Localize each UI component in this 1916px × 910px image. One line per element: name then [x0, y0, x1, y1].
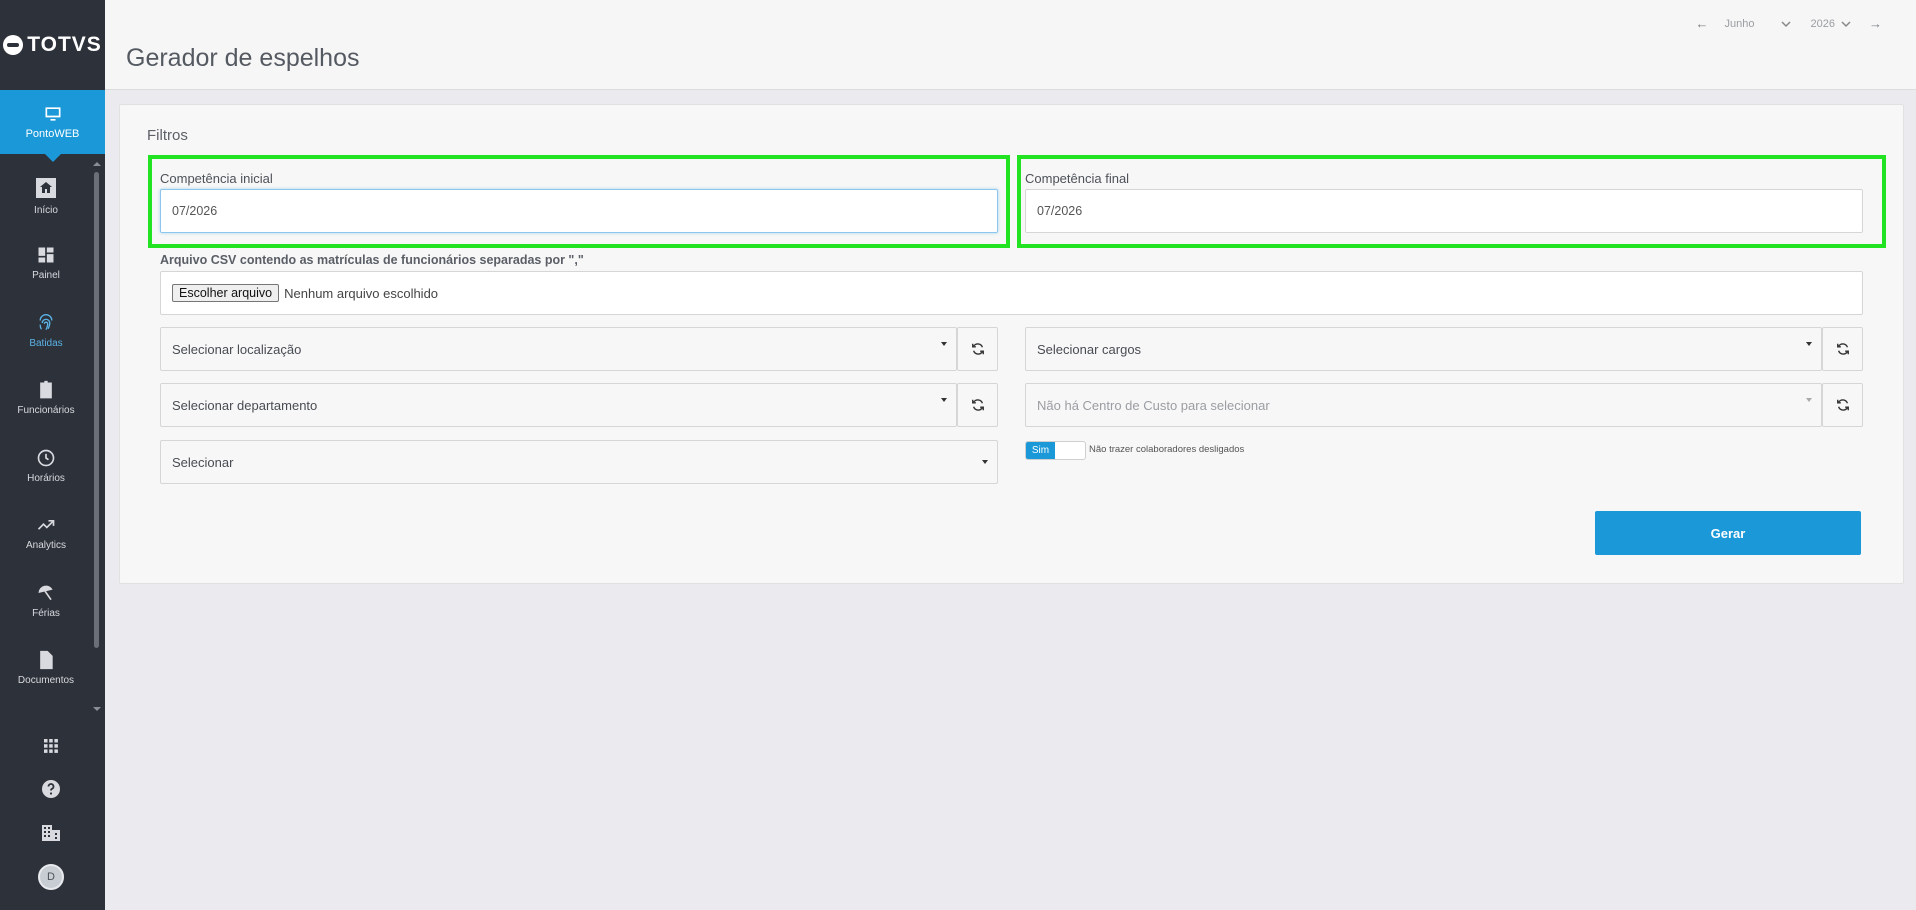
sidebar-item-label: Férias [32, 608, 60, 619]
apps-grid-icon[interactable] [36, 731, 66, 761]
refresh-centro-custo-button[interactable] [1822, 383, 1863, 427]
section-title: Filtros [147, 127, 188, 144]
scroll-up-arrow[interactable] [93, 162, 101, 166]
desligados-toggle[interactable]: Sim [1025, 441, 1086, 460]
avatar-initial: D [47, 871, 55, 883]
chevron-down-icon[interactable] [1841, 20, 1851, 28]
caret-down-icon [1806, 342, 1812, 346]
file-status: Nenhum arquivo escolhido [284, 285, 439, 301]
badge-icon [40, 380, 52, 399]
clock-icon [37, 449, 55, 467]
sidebar-item-horarios[interactable]: Horários [0, 436, 92, 496]
logo-text: TOTVS [27, 33, 102, 56]
toggle-on-label: Sim [1026, 442, 1055, 459]
totvs-logo[interactable]: TOTVS [0, 0, 105, 90]
caret-down-icon [1806, 398, 1812, 402]
sidebar-item-label: Painel [32, 270, 60, 281]
refresh-icon [971, 343, 984, 355]
choose-file-button[interactable]: Escolher arquivo [172, 284, 280, 302]
caret-down-icon [982, 460, 988, 464]
home-icon [36, 178, 56, 198]
desligados-toggle-label: Não trazer colaboradores desligados [1089, 444, 1245, 455]
sidebar-item-pontoweb[interactable]: PontoWEB [0, 90, 105, 162]
month-select[interactable]: Junho [1725, 18, 1781, 30]
gerar-button[interactable]: Gerar [1595, 511, 1861, 555]
sidebar-scrollbar[interactable] [94, 172, 99, 648]
sidebar-item-painel[interactable]: Painel [0, 233, 92, 293]
cargos-select[interactable]: Selecionar cargos [1025, 327, 1822, 371]
beach-umbrella-icon [38, 585, 53, 601]
trending-up-icon [37, 520, 55, 530]
sidebar-item-documentos[interactable]: Documentos [0, 638, 92, 698]
cargos-select-value: Selecionar cargos [1037, 341, 1142, 357]
selecionar-select-value: Selecionar [172, 454, 234, 470]
csv-file-input: Escolher arquivo Nenhum arquivo escolhid… [160, 271, 1863, 315]
arrow-right-icon[interactable]: → [1869, 16, 1882, 31]
filters-card: Filtros Competência inicial 07/2026 Comp… [119, 104, 1904, 584]
sidebar-item-label: Batidas [29, 338, 63, 349]
sidebar-item-label: Funcionários [17, 405, 75, 416]
arrow-left-icon[interactable]: ← [1696, 16, 1709, 31]
localizacao-select-value: Selecionar localização [172, 341, 302, 357]
departamento-select[interactable]: Selecionar departamento [160, 383, 957, 427]
localizacao-select[interactable]: Selecionar localização [160, 327, 957, 371]
company-icon[interactable] [36, 818, 66, 848]
dashboard-icon [38, 247, 54, 263]
scroll-down-arrow[interactable] [93, 707, 101, 711]
sidebar-item-label: Início [34, 205, 58, 216]
sidebar-item-analytics[interactable]: Analytics [0, 503, 92, 563]
refresh-icon [971, 399, 984, 411]
sidebar-item-label: Documentos [17, 675, 75, 686]
sidebar-item-label: Horários [27, 473, 65, 484]
sidebar-item-batidas[interactable]: Batidas [0, 301, 92, 361]
sidebar-item-label: Analytics [25, 540, 66, 551]
refresh-localizacao-button[interactable] [957, 327, 998, 371]
sidebar-item-inicio[interactable]: Início [0, 166, 92, 226]
refresh-icon [1836, 399, 1849, 411]
caret-down-icon [941, 398, 947, 402]
page-header: Gerador de espelhos ← Junho 2026 → [105, 0, 1916, 90]
centro-custo-select: Não há Centro de Custo para selecionar [1025, 383, 1822, 427]
fingerprint-icon [39, 314, 53, 330]
sidebar-item-ferias[interactable]: Férias [0, 571, 92, 631]
totvs-logo-icon [3, 35, 24, 55]
sidebar-item-funcionarios[interactable]: Funcionários [0, 368, 92, 428]
page-title: Gerador de espelhos [126, 44, 360, 72]
csv-label: Arquivo CSV contendo as matrículas de fu… [160, 253, 584, 267]
selecionar-select[interactable]: Selecionar [160, 440, 998, 484]
competencia-final-input[interactable]: 07/2026 [1025, 189, 1863, 233]
competencia-inicial-value: 07/2026 [172, 204, 218, 218]
help-icon[interactable] [36, 774, 66, 804]
chevron-down-icon[interactable] [1780, 20, 1791, 28]
avatar[interactable]: D [38, 864, 64, 890]
period-selector: ← Junho 2026 → [1696, 16, 1882, 31]
departamento-select-value: Selecionar departamento [172, 397, 318, 413]
sidebar-item-label: PontoWEB [25, 128, 80, 140]
competencia-final-label: Competência final [1025, 171, 1130, 186]
monitor-icon [45, 107, 60, 121]
competencia-final-value: 07/2026 [1037, 204, 1083, 218]
centro-custo-select-value: Não há Centro de Custo para selecionar [1037, 397, 1270, 413]
document-icon [40, 650, 53, 670]
refresh-cargos-button[interactable] [1822, 327, 1863, 371]
refresh-icon [1836, 343, 1849, 355]
refresh-departamento-button[interactable] [957, 383, 998, 427]
year-select[interactable]: 2026 [1811, 18, 1835, 30]
competencia-inicial-label: Competência inicial [160, 171, 273, 186]
competencia-inicial-input[interactable]: 07/2026 [160, 189, 998, 233]
sidebar: TOTVS PontoWEB Início Painel Batidas Fun… [0, 0, 105, 910]
caret-down-icon [941, 342, 947, 346]
